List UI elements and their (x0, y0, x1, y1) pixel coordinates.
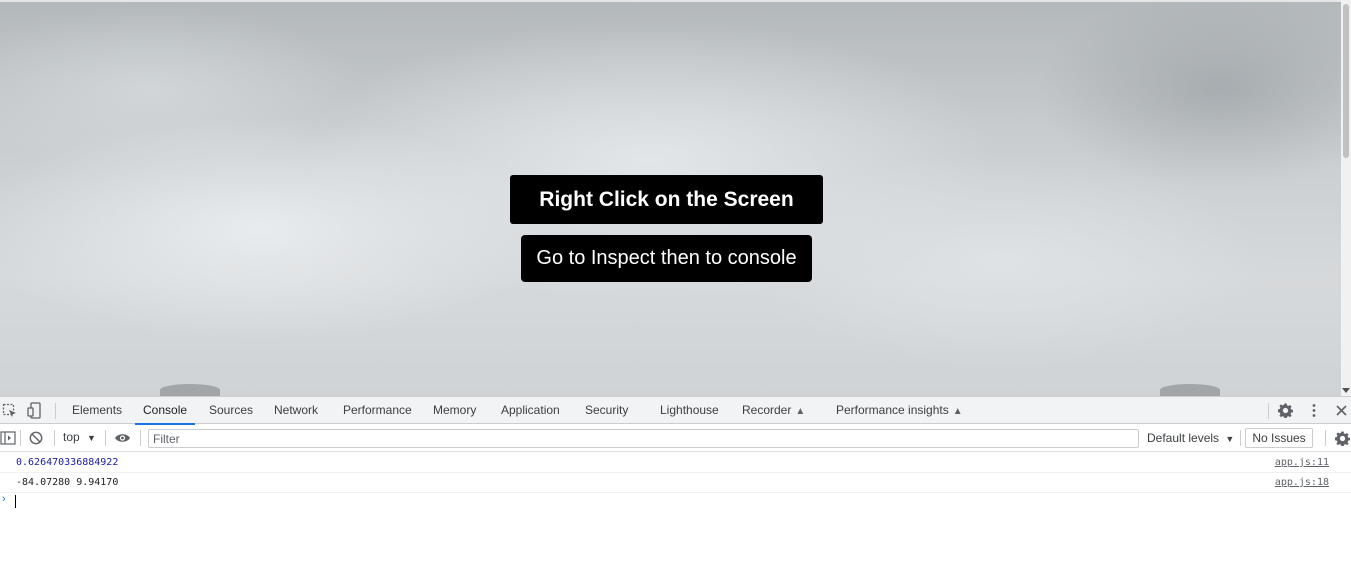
gear-icon[interactable] (1278, 403, 1293, 418)
tab-application[interactable]: Application (501, 397, 560, 424)
toolbar-divider (140, 430, 141, 446)
sidebar-toggle-icon[interactable] (0, 431, 16, 445)
inspect-element-icon[interactable] (2, 403, 18, 419)
console-message: -84.07280 9.94170 app.js:18 (0, 473, 1351, 493)
tab-sources[interactable]: Sources (209, 397, 253, 424)
console-message-text: -84.07280 9.94170 (16, 477, 119, 488)
devtools-tab-bar: Elements Console Sources Network Perform… (0, 397, 1351, 425)
tab-performance-insights-label: Performance insights (836, 403, 949, 417)
more-vertical-icon[interactable] (1307, 403, 1321, 418)
tab-memory[interactable]: Memory (433, 397, 476, 424)
background-treeline (160, 384, 220, 396)
toolbar-divider (20, 430, 21, 446)
tab-performance[interactable]: Performance (343, 397, 412, 424)
context-label: top (63, 430, 80, 444)
toolbar-divider (1268, 403, 1269, 419)
issues-button[interactable]: No Issues (1245, 428, 1313, 448)
log-levels-dropdown[interactable]: Default levels ▼ (1147, 431, 1234, 445)
console-message-source-link[interactable]: app.js:18 (1275, 477, 1329, 488)
filter-input[interactable] (148, 429, 1139, 448)
scroll-down-icon[interactable] (1342, 388, 1350, 393)
tab-elements[interactable]: Elements (72, 397, 122, 424)
tab-performance-insights[interactable]: Performance insights ▲ (836, 397, 963, 424)
tab-console[interactable]: Console (134, 397, 196, 425)
dropdown-arrow-icon: ▼ (1225, 434, 1235, 444)
page-scrollbar[interactable] (1341, 0, 1351, 396)
tab-security[interactable]: Security (585, 397, 628, 424)
toolbar-divider (1240, 430, 1241, 446)
text-caret (15, 495, 16, 508)
log-levels-label: Default levels (1147, 431, 1220, 445)
background-treeline (1160, 384, 1220, 396)
tab-lighthouse[interactable]: Lighthouse (660, 397, 719, 424)
console-prompt[interactable]: › (0, 493, 1351, 511)
toolbar-divider (1325, 430, 1326, 446)
console-message-text: 0.626470336884922 (16, 457, 119, 468)
inspect-console-button[interactable]: Go to Inspect then to console (521, 235, 812, 282)
tab-recorder[interactable]: Recorder ▲ (742, 397, 805, 424)
eye-icon[interactable] (114, 432, 131, 444)
console-message: 0.626470336884922 app.js:11 (0, 453, 1351, 473)
right-click-button[interactable]: Right Click on the Screen (510, 175, 823, 224)
toolbar-divider (54, 430, 55, 446)
close-icon[interactable] (1335, 404, 1348, 417)
devtools-panel: Elements Console Sources Network Perform… (0, 396, 1351, 577)
console-settings-gear-icon[interactable] (1335, 431, 1350, 446)
page-viewport[interactable]: Right Click on the Screen Go to Inspect … (0, 0, 1341, 396)
tab-recorder-label: Recorder (742, 403, 792, 417)
context-selector[interactable]: top ▼ (63, 430, 96, 444)
prompt-chevron-icon: › (2, 493, 6, 505)
page-scroll-thumb[interactable] (1343, 4, 1349, 158)
experimental-flask-icon: ▲ (952, 406, 963, 417)
toolbar-divider (105, 430, 106, 446)
experimental-flask-icon: ▲ (795, 406, 806, 417)
console-toolbar: top ▼ Default levels ▼ No Issues (0, 425, 1351, 452)
console-message-source-link[interactable]: app.js:11 (1275, 457, 1329, 468)
toolbar-divider (55, 403, 56, 419)
device-toolbar-icon[interactable] (27, 402, 43, 419)
window-top-border (0, 0, 1351, 2)
clear-console-icon[interactable] (29, 431, 43, 445)
dropdown-arrow-icon: ▼ (87, 433, 96, 443)
tab-network[interactable]: Network (274, 397, 318, 424)
